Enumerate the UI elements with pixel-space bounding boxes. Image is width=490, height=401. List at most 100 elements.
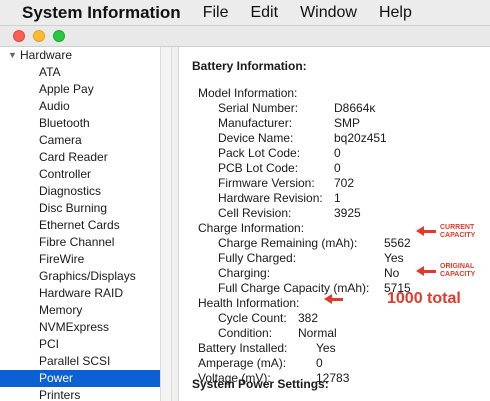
cycle-count-label: Cycle Count: — [218, 311, 287, 325]
charging-label: Charging: — [218, 266, 271, 280]
hardware-revision-value: 1 — [334, 191, 341, 205]
sidebar-item-label: Diagnostics — [39, 184, 102, 198]
sidebar-item-label: Graphics/Displays — [39, 269, 136, 283]
charge-information-label: Charge Information: — [198, 221, 305, 235]
sidebar-item-label: Power — [39, 371, 74, 385]
serial-number-label: Serial Number: — [218, 101, 299, 115]
hardware-revision-label: Hardware Revision: — [218, 191, 323, 205]
sidebar-item-nvmexpress[interactable]: NVMExpress — [0, 319, 160, 336]
firmware-version-value: 702 — [334, 176, 355, 190]
menu-edit[interactable]: Edit — [250, 4, 278, 22]
sidebar-group-label: Hardware — [20, 48, 73, 62]
condition-label: Condition: — [218, 326, 273, 340]
menu-window[interactable]: Window — [300, 4, 357, 22]
sidebar-item-audio[interactable]: Audio — [0, 98, 160, 115]
menu-app-name[interactable]: System Information — [22, 3, 181, 23]
sidebar-item-label: Memory — [39, 303, 83, 317]
sidebar-item-label: FireWire — [39, 252, 85, 266]
sidebar-item-apple-pay[interactable]: Apple Pay — [0, 81, 160, 98]
fully-charged-value: Yes — [384, 251, 404, 265]
charging-value: No — [384, 266, 400, 280]
device-name-value: bq20z451 — [334, 131, 387, 145]
sidebar-item-card-reader[interactable]: Card Reader — [0, 149, 160, 166]
condition-value: Normal — [298, 326, 337, 340]
pack-lot-code-label: Pack Lot Code: — [218, 146, 301, 160]
firmware-version-label: Firmware Version: — [218, 176, 315, 190]
sidebar-item-ata[interactable]: ATA — [0, 64, 160, 81]
sidebar-item-fibre-channel[interactable]: Fibre Channel — [0, 234, 160, 251]
sidebar-item-pci[interactable]: PCI — [0, 336, 160, 353]
sidebar-item-power[interactable]: Power — [0, 370, 160, 387]
sidebar-item-label: Ethernet Cards — [39, 218, 120, 232]
amperage-label: Amperage (mA): — [198, 356, 287, 370]
sidebar-item-label: Fibre Channel — [39, 235, 115, 249]
sidebar-item-label: Disc Burning — [39, 201, 108, 215]
battery-information-title: Battery Information: — [192, 59, 307, 73]
serial-number-value: D8664ĸ — [334, 101, 376, 115]
sidebar-scrollbar[interactable] — [160, 47, 172, 401]
full-charge-capacity-label: Full Charge Capacity (mAh): — [218, 281, 370, 295]
fully-charged-label: Fully Charged: — [218, 251, 297, 265]
sidebar-item-label: Audio — [39, 99, 70, 113]
sidebar-item-label: Card Reader — [39, 150, 108, 164]
sidebar-item-hardware-raid[interactable]: Hardware RAID — [0, 285, 160, 302]
sidebar-item-label: ATA — [39, 65, 61, 79]
charge-remaining-label: Charge Remaining (mAh): — [218, 236, 358, 250]
split-view-divider[interactable] — [172, 47, 179, 401]
annotation-line: CAPACITY — [440, 232, 476, 239]
close-window-button[interactable] — [13, 30, 25, 42]
cycle-total-annotation: 1000 total — [387, 290, 461, 307]
pcb-lot-code-value: 0 — [334, 161, 341, 175]
cell-revision-label: Cell Revision: — [218, 206, 292, 220]
window-titlebar — [0, 26, 490, 47]
annotation-line: CURRENT — [440, 224, 475, 231]
annotation-line: ORIGINAL — [440, 263, 475, 270]
sidebar-item-label: Bluetooth — [39, 116, 90, 130]
manufacturer-label: Manufacturer: — [218, 116, 293, 130]
sidebar-item-graphics-displays[interactable]: Graphics/Displays — [0, 268, 160, 285]
zoom-window-button[interactable] — [53, 30, 65, 42]
sidebar-item-camera[interactable]: Camera — [0, 132, 160, 149]
detail-pane: Battery Information: Model Information: … — [180, 47, 490, 401]
sidebar-item-label: PCI — [39, 337, 60, 351]
sidebar-item-label: Camera — [39, 133, 82, 147]
sidebar-item-firewire[interactable]: FireWire — [0, 251, 160, 268]
sidebar-item-printers[interactable]: Printers — [0, 387, 160, 401]
sidebar-group-hardware[interactable]: ▼ Hardware — [0, 47, 160, 64]
sidebar-item-label: Printers — [39, 388, 81, 401]
pcb-lot-code-label: PCB Lot Code: — [218, 161, 299, 175]
sidebar-item-label: Apple Pay — [39, 82, 94, 96]
battery-installed-label: Battery Installed: — [198, 341, 288, 355]
sidebar-item-label: Hardware RAID — [39, 286, 124, 300]
current-capacity-annotation: CURRENT CAPACITY — [440, 224, 475, 240]
minimize-window-button[interactable] — [33, 30, 45, 42]
sidebar-item-parallel-scsi[interactable]: Parallel SCSI — [0, 353, 160, 370]
battery-installed-value: Yes — [316, 341, 336, 355]
sidebar-item-disc-burning[interactable]: Disc Burning — [0, 200, 160, 217]
sidebar-item-label: Parallel SCSI — [39, 354, 111, 368]
menu-bar: System Information File Edit Window Help — [0, 0, 490, 26]
cell-revision-value: 3925 — [334, 206, 361, 220]
sidebar-item-ethernet-cards[interactable]: Ethernet Cards — [0, 217, 160, 234]
manufacturer-value: SMP — [334, 116, 361, 130]
cycle-count-value: 382 — [298, 311, 319, 325]
disclosure-triangle-icon[interactable]: ▼ — [8, 47, 17, 64]
sidebar-item-label: NVMExpress — [39, 320, 110, 334]
menu-help[interactable]: Help — [379, 4, 412, 22]
device-name-label: Device Name: — [218, 131, 294, 145]
sidebar-item-diagnostics[interactable]: Diagnostics — [0, 183, 160, 200]
system-power-settings-title: System Power Settings: — [192, 377, 329, 391]
sidebar-item-memory[interactable]: Memory — [0, 302, 160, 319]
model-information-label: Model Information: — [198, 86, 298, 100]
sidebar-item-label: Controller — [39, 167, 92, 181]
sidebar-item-bluetooth[interactable]: Bluetooth — [0, 115, 160, 132]
sidebar: ▼ Hardware ATA Apple Pay Audio Bluetooth… — [0, 47, 160, 401]
menu-file[interactable]: File — [203, 4, 229, 22]
sidebar-item-controller[interactable]: Controller — [0, 166, 160, 183]
amperage-value: 0 — [316, 356, 323, 370]
health-information-label: Health Information: — [198, 296, 300, 310]
pack-lot-code-value: 0 — [334, 146, 341, 160]
annotation-line: CAPACITY — [440, 271, 476, 278]
original-capacity-annotation: ORIGINAL CAPACITY — [440, 263, 475, 279]
charge-remaining-value: 5562 — [384, 236, 411, 250]
